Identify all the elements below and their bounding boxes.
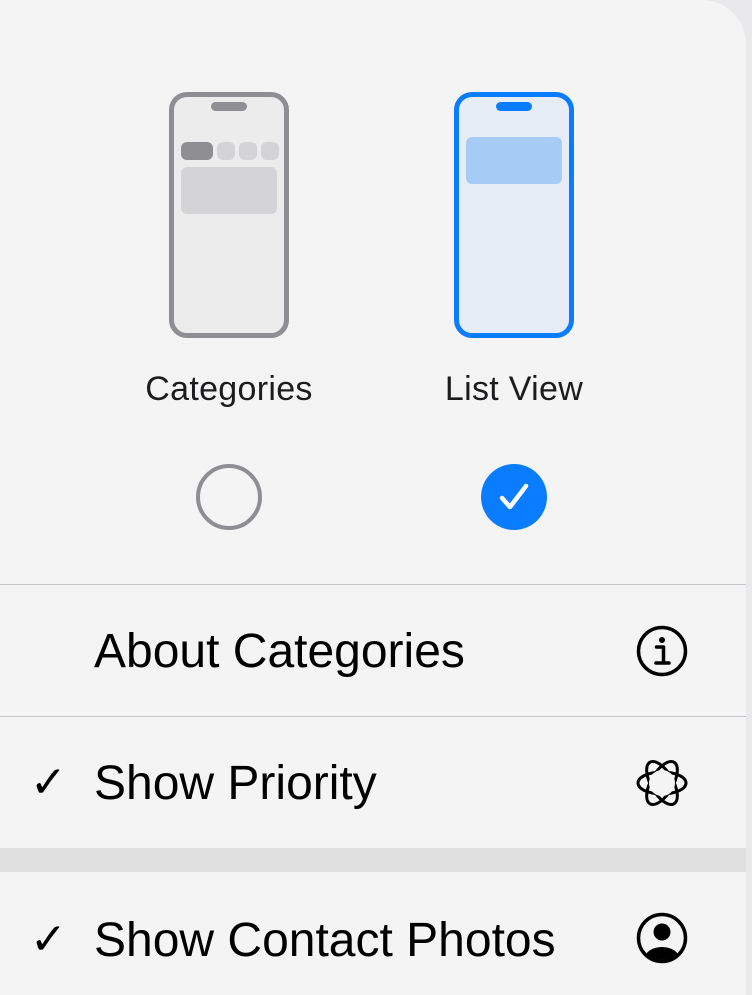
menu-item-label: About Categories bbox=[94, 625, 465, 678]
layout-picker: Categories List View bbox=[0, 0, 746, 584]
dynamic-island bbox=[211, 102, 247, 111]
menu-item-label: Show Priority bbox=[94, 757, 377, 810]
preview-card bbox=[466, 137, 562, 184]
category-chip bbox=[239, 142, 257, 160]
person-circle-icon bbox=[636, 912, 688, 964]
menu-item-label: Show Contact Photos bbox=[94, 914, 556, 967]
layout-option-categories[interactable]: Categories bbox=[99, 0, 359, 584]
layout-option-list-view[interactable]: List View bbox=[384, 0, 644, 584]
dynamic-island bbox=[496, 102, 532, 111]
checkmark-icon bbox=[499, 483, 529, 510]
layout-option-label: Categories bbox=[145, 370, 313, 408]
category-chip bbox=[217, 142, 235, 160]
checkmark-icon: ✓ bbox=[30, 758, 67, 807]
menu-group-separator bbox=[0, 848, 746, 872]
categories-phone-preview bbox=[169, 92, 289, 338]
layout-option-label: List View bbox=[444, 370, 584, 408]
view-options-menu: Categories List View About Categories ✓ … bbox=[0, 0, 746, 995]
checkmark-icon: ✓ bbox=[30, 915, 67, 964]
show-priority-item[interactable]: ✓ Show Priority bbox=[0, 717, 746, 848]
about-categories-item[interactable]: About Categories bbox=[0, 585, 746, 716]
apple-intelligence-icon bbox=[636, 760, 688, 806]
category-chip bbox=[261, 142, 279, 160]
list-view-radio-button[interactable] bbox=[481, 464, 547, 530]
category-chip bbox=[181, 142, 213, 160]
categories-radio-button[interactable] bbox=[196, 464, 262, 530]
preview-card bbox=[181, 167, 277, 214]
info-circle-icon bbox=[636, 625, 688, 677]
show-contact-photos-item[interactable]: ✓ Show Contact Photos bbox=[0, 872, 746, 995]
list-view-phone-preview bbox=[454, 92, 574, 338]
